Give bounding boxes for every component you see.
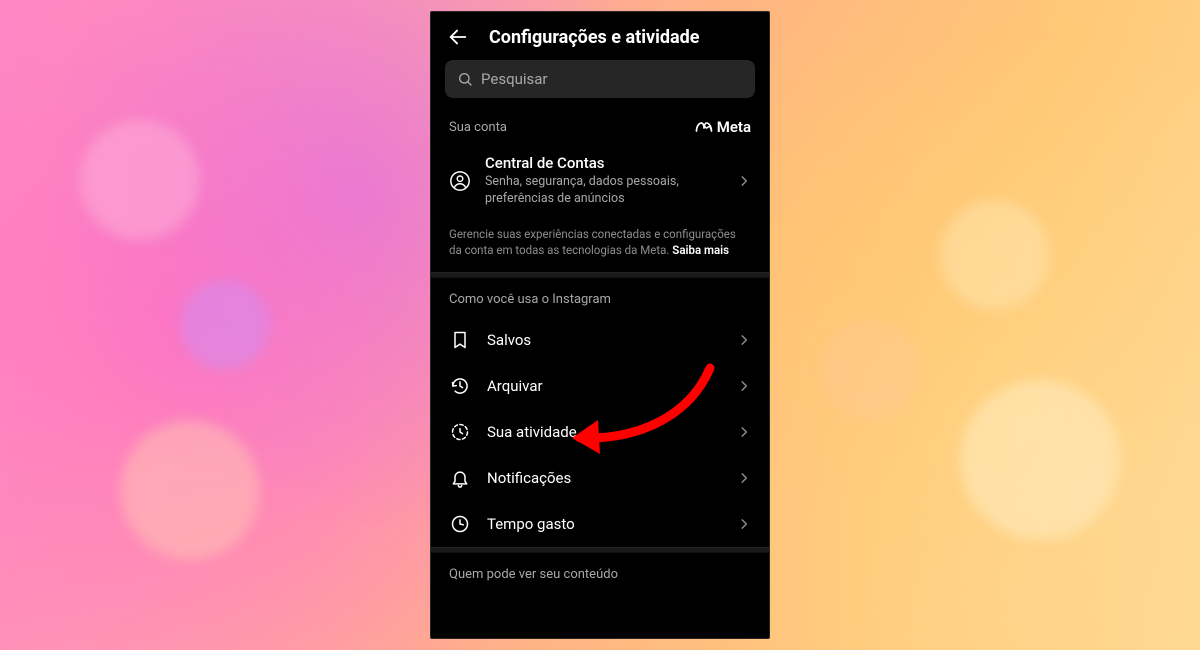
menu-label: Arquivar (487, 377, 721, 395)
accounts-center-row[interactable]: Central de Contas Senha, segurança, dado… (431, 146, 769, 222)
meta-brand: Meta (695, 118, 751, 136)
accounts-center-title: Central de Contas (485, 154, 723, 172)
search-placeholder: Pesquisar (481, 70, 548, 88)
settings-screen: Configurações e atividade Pesquisar Sua … (430, 11, 770, 639)
chevron-right-icon (737, 379, 751, 393)
accounts-center-subtitle: Senha, segurança, dados pessoais, prefer… (485, 174, 723, 208)
chevron-right-icon (737, 517, 751, 531)
menu-label: Sua atividade (487, 423, 721, 441)
learn-more-link[interactable]: Saiba mais (672, 243, 729, 257)
accounts-center-description: Gerencie suas experiências conectadas e … (431, 222, 769, 272)
account-section-header: Sua conta Meta (431, 112, 769, 146)
meta-icon (695, 121, 713, 133)
menu-item-notifications[interactable]: Notificações (431, 455, 769, 501)
bookmark-icon (449, 329, 471, 351)
menu-item-archive[interactable]: Arquivar (431, 363, 769, 409)
usage-section-title: Como você usa o Instagram (431, 278, 769, 317)
chevron-right-icon (737, 425, 751, 439)
activity-icon (449, 421, 471, 443)
header: Configurações e atividade (431, 12, 769, 60)
clock-icon (449, 513, 471, 535)
search-icon (457, 71, 473, 87)
user-circle-icon (449, 170, 471, 192)
menu-item-activity[interactable]: Sua atividade (431, 409, 769, 455)
arrow-left-icon (447, 26, 469, 48)
page-title: Configurações e atividade (489, 27, 699, 48)
archive-icon (449, 375, 471, 397)
chevron-right-icon (737, 471, 751, 485)
account-section-label: Sua conta (449, 120, 507, 135)
search-input[interactable]: Pesquisar (445, 60, 755, 98)
menu-item-time-spent[interactable]: Tempo gasto (431, 501, 769, 547)
bell-icon (449, 467, 471, 489)
back-button[interactable] (447, 26, 469, 48)
menu-label: Salvos (487, 331, 721, 349)
menu-label: Tempo gasto (487, 515, 721, 533)
chevron-right-icon (737, 333, 751, 347)
visibility-section-title: Quem pode ver seu conteúdo (431, 553, 769, 592)
chevron-right-icon (737, 174, 751, 188)
menu-label: Notificações (487, 469, 721, 487)
menu-item-saved[interactable]: Salvos (431, 317, 769, 363)
